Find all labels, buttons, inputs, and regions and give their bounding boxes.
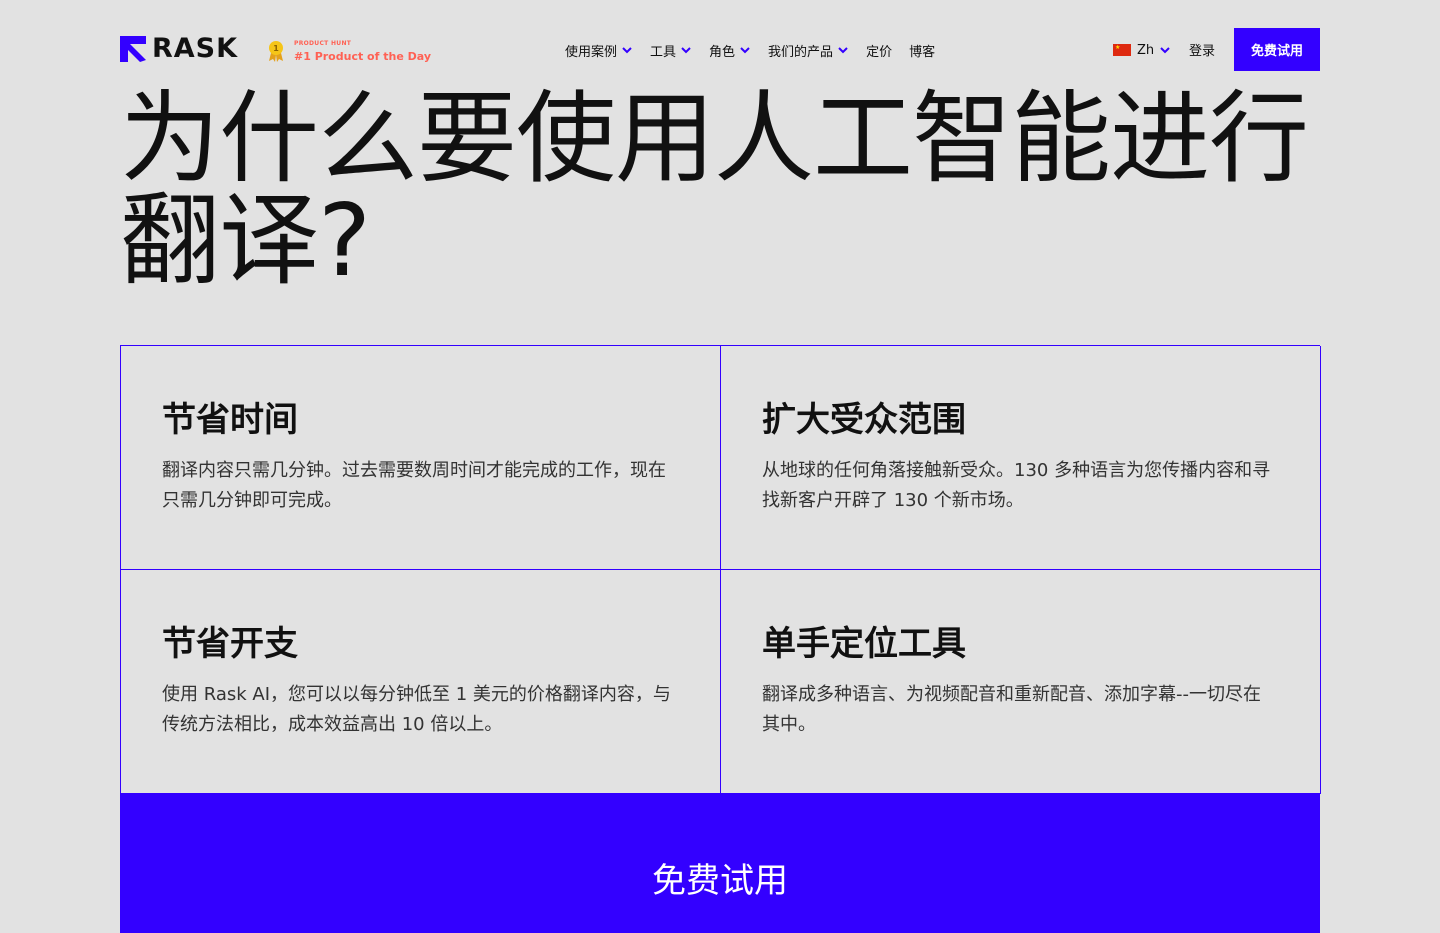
product-hunt-text: PRODUCT HUNT #1 Product of the Day [294, 39, 431, 63]
feature-card-single-tool: 单手定位工具 翻译成多种语言、为视频配音和重新配音、添加字幕--一切尽在其中。 [721, 570, 1321, 794]
feature-card-expand-audience: 扩大受众范围 从地球的任何角落接触新受众。130 多种语言为您传播内容和寻找新客… [721, 346, 1321, 570]
feature-title: 节省时间 [162, 400, 298, 440]
logo-text: RASK [152, 33, 239, 64]
chevron-down-icon [681, 47, 691, 54]
nav-item-label: 定价 [866, 44, 893, 60]
feature-title: 扩大受众范围 [762, 400, 966, 440]
page-title: 为什么要使用人工智能进行翻译? [120, 80, 1309, 299]
nav-item-label: 角色 [709, 44, 736, 60]
nav-item-blog[interactable]: 博客 [909, 41, 935, 60]
chevron-down-icon [740, 47, 750, 54]
nav-item-roles[interactable]: 角色 [709, 41, 751, 60]
feature-card-save-cost: 节省开支 使用 Rask AI，您可以以每分钟低至 1 美元的价格翻译内容，与传… [121, 570, 721, 794]
nav-item-label: 使用案例 [565, 44, 618, 60]
feature-description: 翻译内容只需几分钟。过去需要数周时间才能完成的工作，现在只需几分钟即可完成。 [162, 460, 666, 511]
feature-description: 从地球的任何角落接触新受众。130 多种语言为您传播内容和寻找新客户开辟了 13… [762, 460, 1271, 511]
main-nav: 使用案例 工具 角色 我们的产品 定价 博客 [565, 38, 952, 62]
svg-text:1: 1 [273, 44, 279, 53]
nav-item-label: 我们的产品 [768, 44, 834, 60]
bottom-free-trial-button[interactable]: 免费试用 [120, 793, 1320, 933]
product-hunt-badge[interactable]: 1 PRODUCT HUNT #1 Product of the Day [266, 38, 431, 64]
language-label: Zh [1137, 42, 1155, 58]
feature-description: 翻译成多种语言、为视频配音和重新配音、添加字幕--一切尽在其中。 [762, 684, 1261, 735]
china-flag-icon: ★ [1113, 44, 1131, 56]
feature-title: 节省开支 [162, 624, 298, 664]
nav-item-label: 博客 [909, 44, 936, 60]
free-trial-button[interactable]: 免费试用 [1234, 28, 1320, 71]
bottom-cta-label: 免费试用 [652, 861, 788, 901]
features-grid: 节省时间 翻译内容只需几分钟。过去需要数周时间才能完成的工作，现在只需几分钟即可… [120, 345, 1321, 794]
chevron-down-icon [622, 47, 632, 54]
feature-title: 单手定位工具 [762, 624, 966, 664]
feature-card-save-time: 节省时间 翻译内容只需几分钟。过去需要数周时间才能完成的工作，现在只需几分钟即可… [121, 346, 721, 570]
nav-item-tools[interactable]: 工具 [650, 41, 692, 60]
chevron-down-icon [1160, 47, 1170, 54]
rask-logo-icon [120, 36, 146, 62]
login-link[interactable]: 登录 [1189, 40, 1215, 59]
nav-item-label: 工具 [650, 44, 677, 60]
chevron-down-icon [838, 47, 848, 54]
rask-logo[interactable]: RASK [120, 33, 239, 64]
nav-item-use-cases[interactable]: 使用案例 [565, 41, 633, 60]
language-selector[interactable]: ★ Zh [1113, 38, 1171, 62]
product-hunt-label: PRODUCT HUNT [294, 39, 352, 47]
nav-item-pricing[interactable]: 定价 [866, 41, 892, 60]
feature-description: 使用 Rask AI，您可以以每分钟低至 1 美元的价格翻译内容，与传统方法相比… [162, 684, 671, 735]
nav-item-products[interactable]: 我们的产品 [768, 41, 849, 60]
product-hunt-medal-icon: 1 [269, 41, 283, 62]
product-of-the-day-label: #1 Product of the Day [294, 49, 431, 63]
